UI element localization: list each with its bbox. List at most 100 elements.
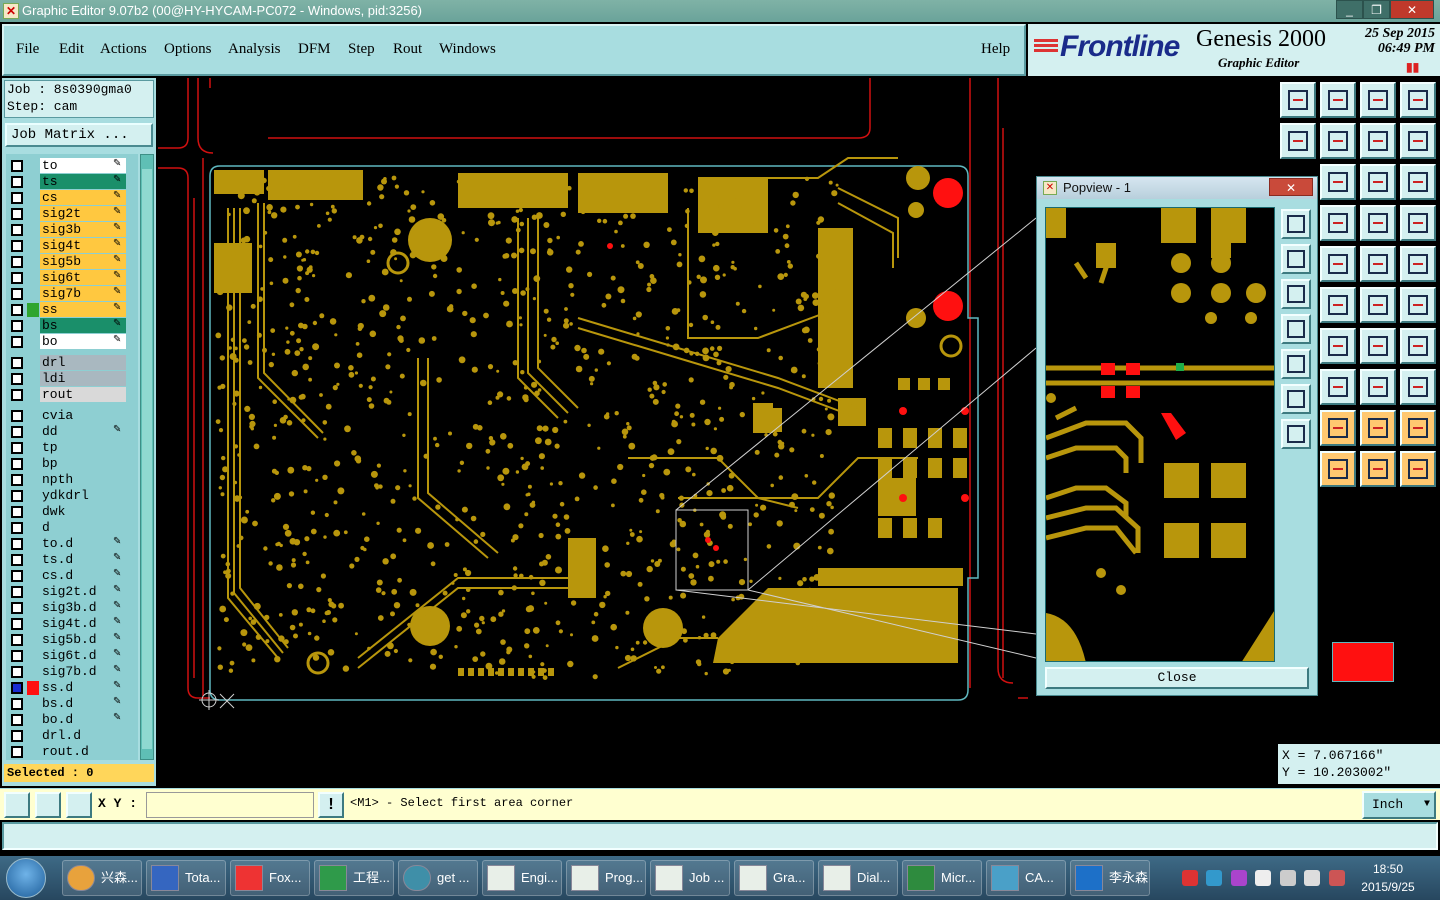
- layer-row[interactable]: dwk: [6, 504, 138, 520]
- tray-icon[interactable]: [1279, 870, 1296, 886]
- tool-import-icon[interactable]: [1280, 82, 1316, 118]
- layer-checkbox[interactable]: [11, 538, 23, 550]
- layer-row[interactable]: sig2t ✎: [6, 206, 138, 222]
- tool-help-icon[interactable]: [1400, 164, 1436, 200]
- alert-icon[interactable]: !: [318, 792, 344, 818]
- layer-row[interactable]: sig6t ✎: [6, 270, 138, 286]
- taskbar-item[interactable]: Dial...: [818, 860, 898, 896]
- layer-row[interactable]: cvia: [6, 408, 138, 424]
- layer-row[interactable]: sig3b.d ✎: [6, 600, 138, 616]
- layer-checkbox[interactable]: [11, 506, 23, 518]
- tool-pick2-icon[interactable]: [1400, 451, 1436, 487]
- tool-window-icon[interactable]: [1400, 82, 1436, 118]
- layer-row[interactable]: sig2t.d ✎: [6, 584, 138, 600]
- menu-analysis[interactable]: Analysis: [228, 41, 281, 58]
- tool-move-icon[interactable]: [1320, 164, 1356, 200]
- layer-row[interactable]: sig5b ✎: [6, 254, 138, 270]
- taskbar-item[interactable]: 兴森...: [62, 860, 142, 896]
- layer-row[interactable]: npth: [6, 472, 138, 488]
- tool-ruler-icon[interactable]: [1320, 246, 1356, 282]
- layer-row[interactable]: cs ✎: [6, 190, 138, 206]
- tool-out-icon[interactable]: [1320, 123, 1356, 159]
- scrollbar-thumb[interactable]: [142, 169, 152, 749]
- layer-name[interactable]: tp: [40, 440, 126, 455]
- start-button[interactable]: [6, 858, 46, 898]
- menu-edit[interactable]: Edit: [59, 41, 84, 58]
- layer-row[interactable]: sig7b ✎: [6, 286, 138, 302]
- layer-checkbox[interactable]: [11, 304, 23, 316]
- menu-help[interactable]: Help: [981, 41, 1010, 58]
- layer-checkbox[interactable]: [11, 570, 23, 582]
- layer-checkbox[interactable]: [11, 650, 23, 662]
- layer-row[interactable]: drl.d: [6, 728, 138, 744]
- pv-in-icon[interactable]: [1281, 314, 1311, 344]
- layer-checkbox[interactable]: [11, 288, 23, 300]
- tray-icon[interactable]: [1255, 870, 1272, 886]
- layer-row[interactable]: to.d ✎: [6, 536, 138, 552]
- layer-checkbox[interactable]: [11, 224, 23, 236]
- layer-checkbox[interactable]: [11, 554, 23, 566]
- layer-checkbox[interactable]: [11, 336, 23, 348]
- layer-row[interactable]: ts.d ✎: [6, 552, 138, 568]
- xy-input[interactable]: [146, 792, 314, 818]
- layer-row[interactable]: sig5b.d ✎: [6, 632, 138, 648]
- layer-name[interactable]: bp: [40, 456, 126, 471]
- taskbar-item[interactable]: Fox...: [230, 860, 310, 896]
- tray-icon[interactable]: [1230, 870, 1247, 886]
- tool-extra-icon[interactable]: [1400, 369, 1436, 405]
- layer-checkbox[interactable]: [11, 389, 23, 401]
- menu-dfm[interactable]: DFM: [298, 41, 331, 58]
- layer-checkbox[interactable]: [11, 192, 23, 204]
- layer-checkbox[interactable]: [11, 586, 23, 598]
- minimize-icon[interactable]: _: [1336, 0, 1363, 19]
- tool-add-arrow-icon[interactable]: [1360, 287, 1396, 323]
- layer-row[interactable]: ydkdrl: [6, 488, 138, 504]
- layer-row[interactable]: bs.d ✎: [6, 696, 138, 712]
- tool-swap-icon[interactable]: [1360, 123, 1396, 159]
- tool-align-icon[interactable]: [1400, 328, 1436, 364]
- layer-checkbox[interactable]: [11, 730, 23, 742]
- taskbar-item[interactable]: CA...: [986, 860, 1066, 896]
- pv-zoom-fit-icon[interactable]: [1281, 209, 1311, 239]
- layer-checkbox[interactable]: [11, 160, 23, 172]
- tool-a2-icon[interactable]: [1360, 410, 1396, 446]
- tray-icon[interactable]: [1206, 870, 1223, 886]
- tool-pad-icon[interactable]: [1360, 246, 1396, 282]
- pv-import-icon[interactable]: [1281, 244, 1311, 274]
- layer-name[interactable]: drl: [40, 355, 126, 370]
- layer-checkbox[interactable]: [11, 746, 23, 758]
- pv-move-icon[interactable]: [1281, 419, 1311, 449]
- layer-row[interactable]: sig6t.d ✎: [6, 648, 138, 664]
- tool-flip-icon[interactable]: [1400, 123, 1436, 159]
- snap-tool-icon[interactable]: [35, 792, 61, 818]
- layer-checkbox[interactable]: [11, 426, 23, 438]
- layer-row[interactable]: dd ✎: [6, 424, 138, 440]
- taskbar-item[interactable]: Engi...: [482, 860, 562, 896]
- unit-select[interactable]: Inch ▼: [1362, 791, 1436, 819]
- layer-checkbox[interactable]: [11, 176, 23, 188]
- tool-layer-icon[interactable]: [1320, 205, 1356, 241]
- layer-row[interactable]: ss ✎: [6, 302, 138, 318]
- overview-preview[interactable]: [1330, 640, 1396, 684]
- layer-row[interactable]: to ✎: [6, 158, 138, 174]
- tool-circle-icon[interactable]: [1400, 246, 1436, 282]
- layer-checkbox[interactable]: [11, 272, 23, 284]
- tray-icon[interactable]: [1182, 870, 1198, 886]
- tool-calc-icon[interactable]: [1360, 205, 1396, 241]
- layer-row[interactable]: sig4t ✎: [6, 238, 138, 254]
- layer-checkbox[interactable]: [11, 682, 23, 694]
- layer-checkbox[interactable]: [11, 357, 23, 369]
- job-matrix-button[interactable]: Job Matrix ...: [5, 123, 153, 147]
- layer-name[interactable]: ydkdrl: [40, 488, 126, 503]
- menu-step[interactable]: Step: [348, 41, 375, 58]
- layer-checkbox[interactable]: [11, 698, 23, 710]
- layer-row[interactable]: bo ✎: [6, 334, 138, 350]
- layer-checkbox[interactable]: [11, 666, 23, 678]
- layer-row[interactable]: sig3b ✎: [6, 222, 138, 238]
- layer-name[interactable]: cvia: [40, 408, 126, 423]
- taskbar-item[interactable]: 李永森: [1070, 860, 1150, 896]
- layer-row[interactable]: tp: [6, 440, 138, 456]
- layer-name[interactable]: d: [40, 520, 126, 535]
- layer-checkbox[interactable]: [11, 320, 23, 332]
- popview-canvas[interactable]: [1045, 207, 1275, 662]
